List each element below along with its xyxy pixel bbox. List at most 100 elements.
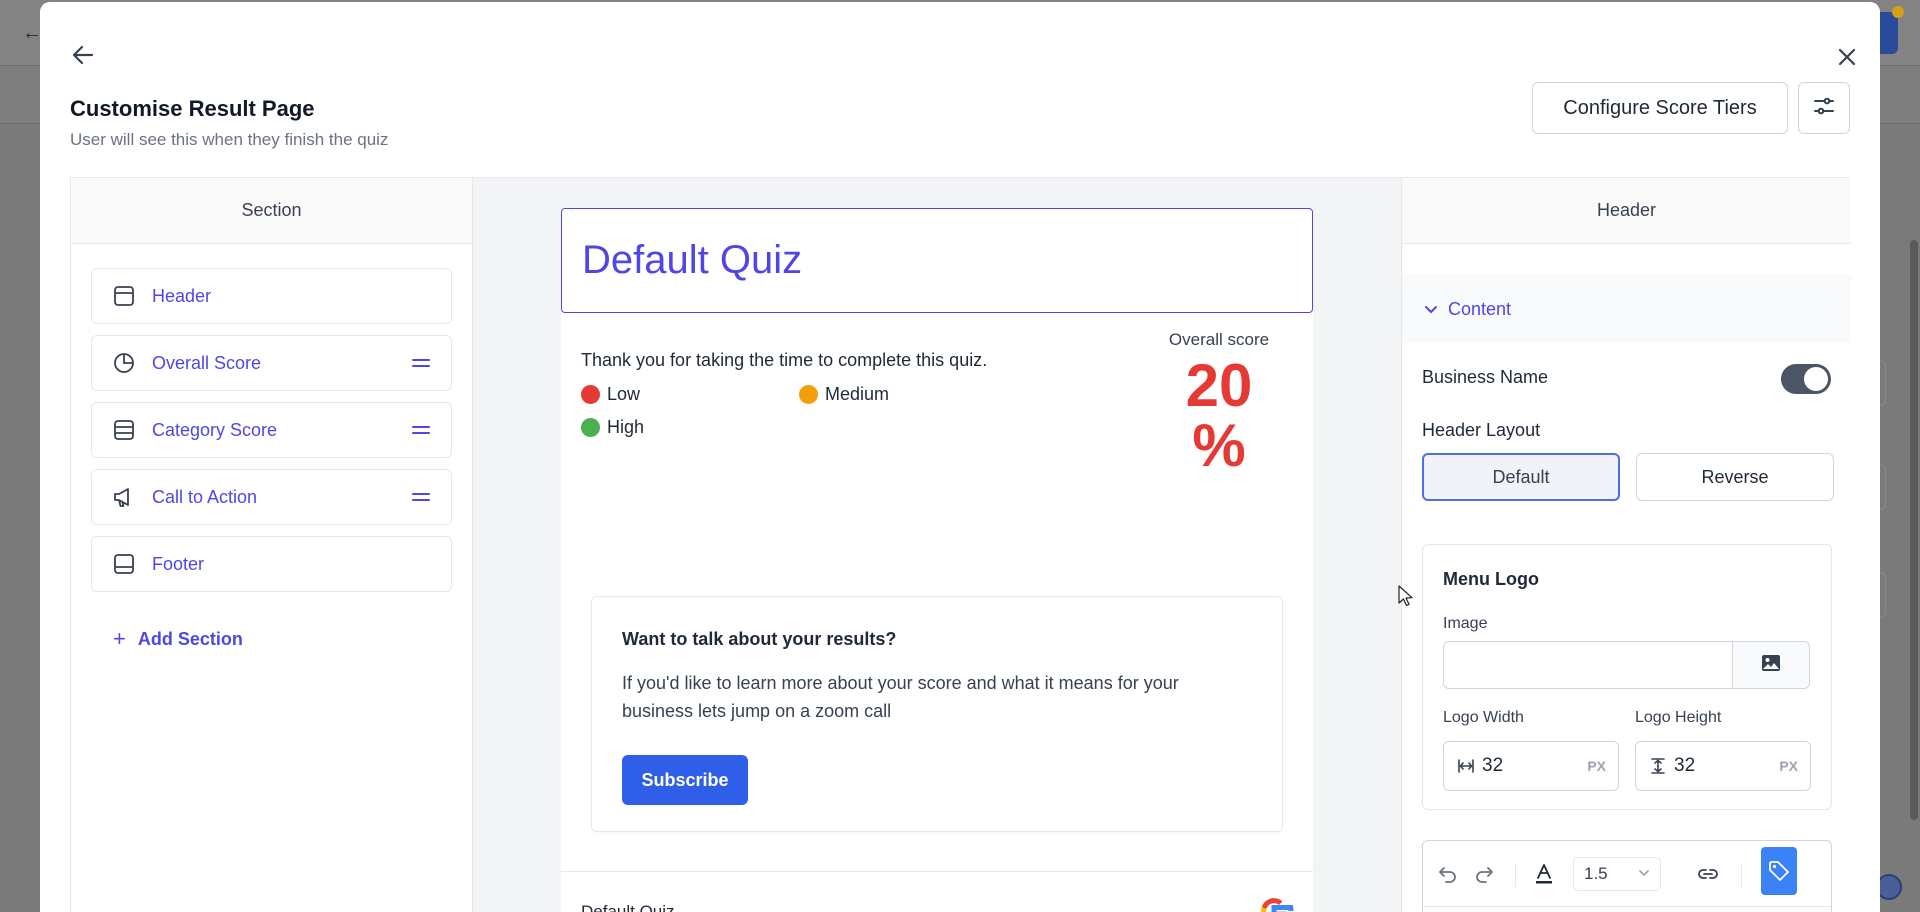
- section-panel-heading: Section: [71, 178, 472, 244]
- section-list: Header Overall Score Category Score Call…: [71, 244, 472, 652]
- layout-reverse-button[interactable]: Reverse: [1636, 453, 1834, 501]
- content-accordion[interactable]: Content: [1402, 275, 1851, 343]
- drag-handle-icon[interactable]: [411, 487, 431, 507]
- toggle-knob: [1804, 367, 1828, 391]
- preview-thanks-text: Thank you for taking the time to complet…: [581, 350, 988, 370]
- configure-score-tiers-button[interactable]: Configure Score Tiers: [1532, 82, 1788, 134]
- settings-sliders-button[interactable]: [1798, 82, 1850, 134]
- call-to-action-card: Want to talk about your results? If you'…: [591, 596, 1283, 832]
- legend-dot: [581, 418, 600, 437]
- redo-icon[interactable]: [1471, 861, 1497, 887]
- cta-body: If you'd like to learn more about your s…: [622, 673, 1179, 721]
- chevron-down-icon: [1424, 302, 1438, 316]
- customise-result-modal: Customise Result Page User will see this…: [40, 2, 1880, 912]
- menu-logo-card: Menu Logo Image Logo Width 32 PX Logo He…: [1422, 544, 1832, 810]
- logo-width-unit: PX: [1587, 758, 1606, 774]
- legend-label: High: [607, 417, 645, 437]
- image-picker-button[interactable]: [1732, 641, 1810, 689]
- width-arrows-icon: [1456, 756, 1476, 776]
- section-item-label: Header: [152, 285, 212, 306]
- height-arrows-icon: [1648, 756, 1668, 776]
- section-item-label: Overall Score: [152, 352, 262, 373]
- menu-logo-title: Menu Logo: [1443, 569, 1539, 589]
- chevron-down-icon: [1638, 864, 1650, 884]
- add-section-label: Add Section: [137, 628, 243, 649]
- section-item-label: Call to Action: [152, 486, 258, 507]
- google-logo-icon: [1253, 890, 1295, 912]
- toolbar-divider: [1741, 863, 1742, 887]
- tag-icon[interactable]: [1761, 847, 1797, 895]
- business-name-toggle[interactable]: [1781, 364, 1831, 394]
- section-item-header[interactable]: Header: [91, 268, 452, 324]
- plus-icon: +: [113, 626, 126, 651]
- settings-panel-heading: Header: [1402, 178, 1851, 244]
- legend-item-medium: Medium: [799, 384, 889, 405]
- section-panel: Section Header Overall Score Category Sc…: [71, 178, 473, 912]
- legend-dot: [581, 385, 600, 404]
- overall-score-unit: %: [1192, 412, 1246, 479]
- background-back-icon: ←: [22, 22, 42, 44]
- pie-chart-icon: [112, 351, 136, 375]
- image-field-label: Image: [1443, 615, 1488, 632]
- background-scrollbar: [1910, 240, 1918, 820]
- sliders-icon: [1812, 94, 1836, 123]
- list-rows-icon: [112, 418, 136, 442]
- text-color-icon[interactable]: [1531, 861, 1557, 887]
- logo-width-label: Logo Width: [1443, 709, 1524, 726]
- legend-label: Medium: [825, 384, 890, 404]
- preview-header-title: Default Quiz: [582, 238, 803, 282]
- close-icon[interactable]: [1836, 46, 1858, 68]
- result-page-preview: Default Quiz Thank you for taking the ti…: [561, 208, 1313, 912]
- logo-height-field[interactable]: 32 PX: [1635, 741, 1811, 791]
- modal-subtitle: User will see this when they finish the …: [70, 130, 389, 149]
- legend-item-low: Low: [581, 384, 640, 405]
- drag-handle-icon[interactable]: [411, 353, 431, 373]
- logo-height-label: Logo Height: [1635, 709, 1722, 726]
- cta-title: Want to talk about your results?: [622, 629, 897, 649]
- settings-panel: Header Content Business Name Header Layo…: [1401, 178, 1851, 912]
- image-url-input[interactable]: [1443, 641, 1733, 689]
- modal-title: Customise Result Page: [70, 96, 315, 121]
- section-item-category-score[interactable]: Category Score: [91, 402, 452, 458]
- section-item-overall-score[interactable]: Overall Score: [91, 335, 452, 391]
- link-icon[interactable]: [1695, 861, 1721, 887]
- section-item-footer[interactable]: Footer: [91, 536, 452, 592]
- megaphone-icon: [112, 485, 136, 509]
- toolbar-divider: [1515, 863, 1516, 887]
- line-height-value: 1.5: [1584, 864, 1608, 883]
- background-notification-dot: [1892, 6, 1904, 18]
- legend-label: Low: [607, 384, 641, 404]
- back-arrow-icon[interactable]: [70, 42, 96, 68]
- preview-footer-title: Default Quiz: [581, 902, 675, 912]
- section-item-call-to-action[interactable]: Call to Action: [91, 469, 452, 525]
- logo-width-field[interactable]: 32 PX: [1443, 741, 1619, 791]
- line-height-select[interactable]: 1.5: [1573, 857, 1661, 891]
- editor-columns: Section Header Overall Score Category Sc…: [70, 177, 1851, 912]
- legend-dot: [799, 385, 818, 404]
- logo-width-value: 32: [1482, 755, 1504, 776]
- logo-height-value: 32: [1674, 755, 1696, 776]
- subscribe-button[interactable]: Subscribe: [622, 755, 748, 805]
- preview-header-block[interactable]: Default Quiz: [561, 208, 1313, 313]
- add-section-button[interactable]: + Add Section: [113, 626, 452, 652]
- preview-footer-block[interactable]: Default Quiz: [561, 871, 1313, 912]
- image-icon: [1761, 654, 1781, 677]
- overall-score-number: 20: [1185, 352, 1253, 419]
- section-item-label: Footer: [152, 553, 205, 574]
- layout-header-icon: [112, 284, 136, 308]
- undo-icon[interactable]: [1435, 861, 1461, 887]
- overall-score-value: 20 %: [1159, 356, 1279, 476]
- rich-text-toolbar: 1.5: [1423, 841, 1831, 907]
- legend-item-high: High: [581, 417, 644, 438]
- mouse-cursor-icon: [1398, 585, 1414, 607]
- preview-panel: Default Quiz Thank you for taking the ti…: [473, 178, 1401, 912]
- logo-height-unit: PX: [1779, 758, 1798, 774]
- content-accordion-label: Content: [1448, 298, 1512, 319]
- business-name-label: Business Name: [1422, 367, 1549, 387]
- header-layout-label: Header Layout: [1422, 420, 1541, 440]
- rich-text-editor: 1.5: [1422, 840, 1832, 912]
- section-item-label: Category Score: [152, 419, 278, 440]
- layout-default-button[interactable]: Default: [1422, 453, 1620, 501]
- drag-handle-icon[interactable]: [411, 420, 431, 440]
- overall-score-label: Overall score: [1168, 330, 1270, 349]
